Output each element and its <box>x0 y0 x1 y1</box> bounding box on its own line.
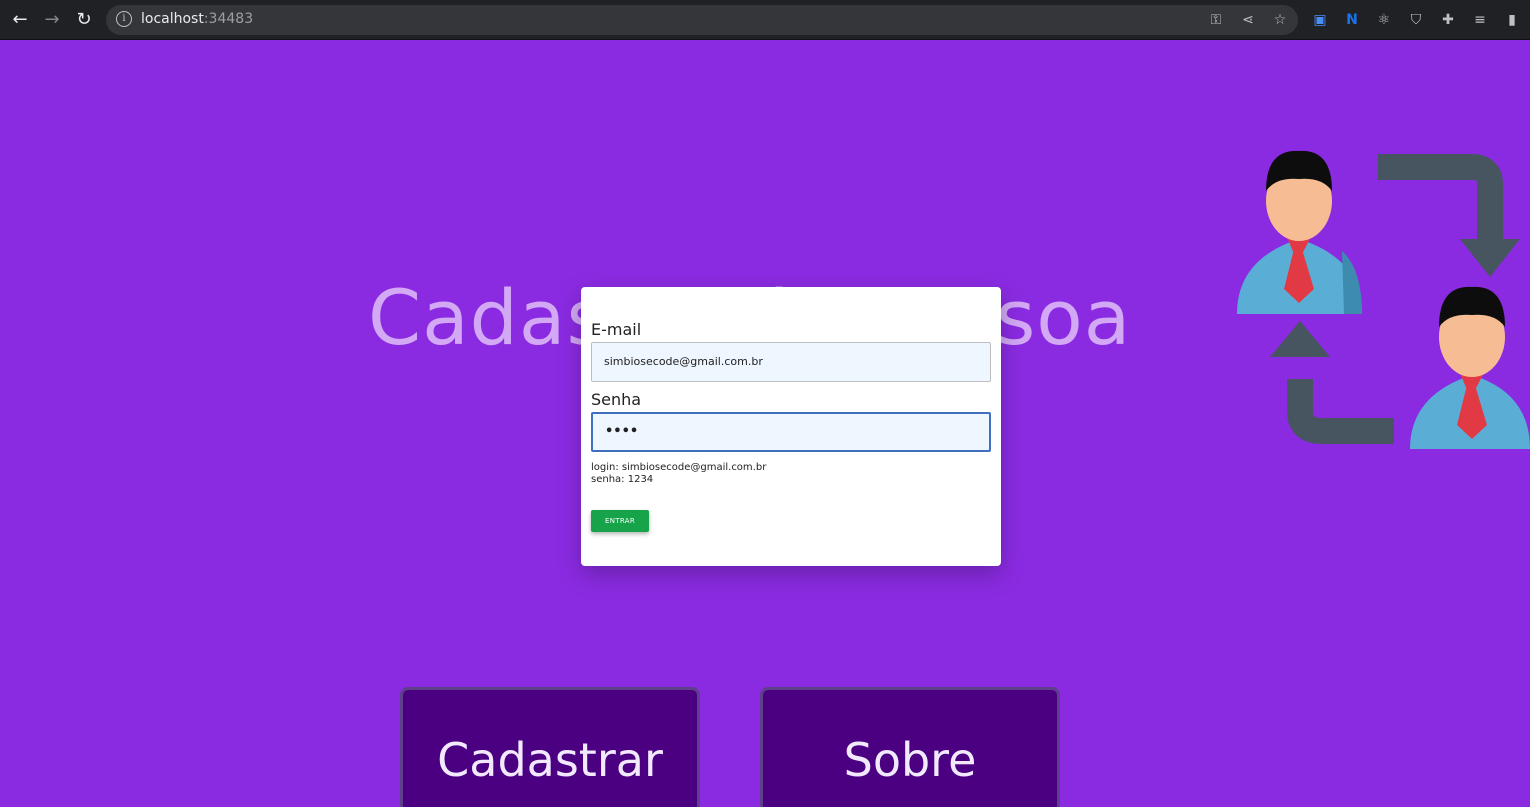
login-submit-button[interactable]: ENTRAR <box>591 510 649 532</box>
about-button[interactable]: Sobre <box>760 687 1060 807</box>
n-extension-icon[interactable]: N <box>1342 10 1362 30</box>
side-panel-icon[interactable]: ▮ <box>1502 10 1522 30</box>
star-icon[interactable]: ☆ <box>1271 11 1289 29</box>
react-extension-icon[interactable]: ⚛ <box>1374 10 1394 30</box>
credentials-hint: login: simbiosecode@gmail.com.br senha: … <box>591 462 766 486</box>
reading-list-icon[interactable]: ≡ <box>1470 10 1490 30</box>
password-label: Senha <box>591 390 642 409</box>
people-exchange-illustration <box>1237 150 1530 449</box>
browser-toolbar: ← → ↻ i localhost:34483 ⚿ ⋖ ☆ ▣ N ⚛ ⛉ ✚ … <box>0 0 1530 40</box>
key-icon[interactable]: ⚿ <box>1207 11 1225 29</box>
back-arrow-icon[interactable]: ← <box>8 8 32 32</box>
register-button[interactable]: Cadastrar <box>400 687 700 807</box>
reload-icon[interactable]: ↻ <box>72 8 96 32</box>
email-field[interactable]: simbiosecode@gmail.com.br <box>591 342 991 382</box>
forward-arrow-icon[interactable]: → <box>40 8 64 32</box>
password-field[interactable]: •••• <box>591 412 991 452</box>
shield-extension-icon[interactable]: ⛉ <box>1406 10 1426 30</box>
address-url[interactable]: localhost:34483 <box>141 11 253 27</box>
page-content: Cadastro de Pessoa Cadastrar Sobre E-mai… <box>0 41 1530 807</box>
email-label: E-mail <box>591 320 642 339</box>
address-bar[interactable]: i localhost:34483 ⚿ ⋖ ☆ <box>106 5 1298 35</box>
translate-extension-icon[interactable]: ▣ <box>1310 10 1330 30</box>
site-info-icon[interactable]: i <box>116 11 132 27</box>
hint-password: senha: 1234 <box>591 474 654 485</box>
hint-login: login: simbiosecode@gmail.com.br <box>591 462 767 473</box>
login-modal: E-mail simbiosecode@gmail.com.br Senha •… <box>581 287 1001 566</box>
share-icon[interactable]: ⋖ <box>1239 11 1257 29</box>
puzzle-extensions-icon[interactable]: ✚ <box>1438 10 1458 30</box>
